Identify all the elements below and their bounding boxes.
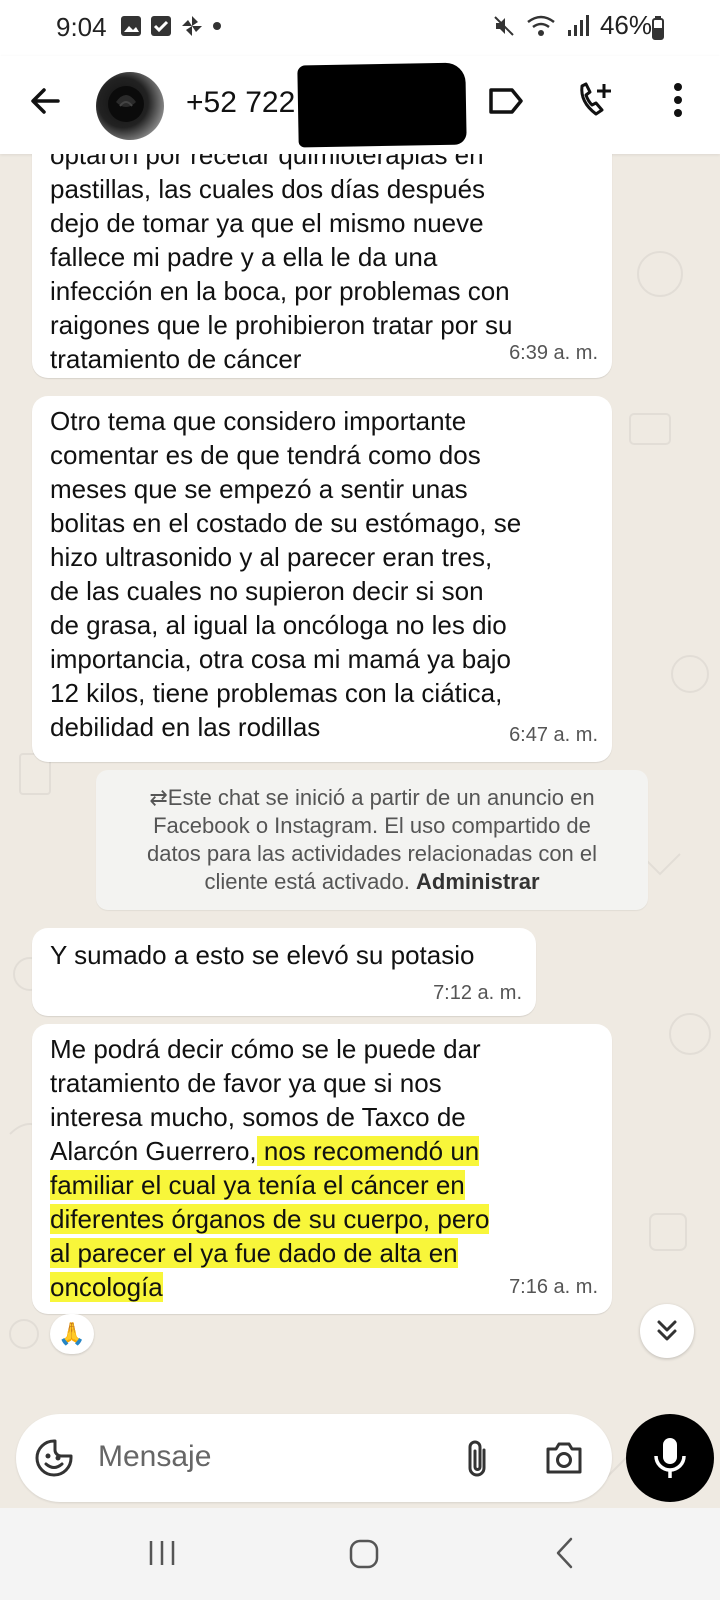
notice-text: cliente está activado. <box>204 869 417 894</box>
message-text: Alarcón Guerrero, <box>50 1136 257 1166</box>
highlighted-text: familiar el cual ya tenía el cáncer en <box>50 1170 465 1200</box>
status-right-icons: 46% <box>492 10 652 41</box>
wifi-icon <box>527 15 555 36</box>
dot-icon <box>213 22 221 30</box>
notice-line: ⇄Este chat se inició a partir de un anun… <box>149 785 595 810</box>
nav-home-icon[interactable] <box>348 1538 380 1570</box>
message-line: importancia, otra cosa mi mamá ya bajo <box>50 644 511 674</box>
message-line: bolitas en el costado de su estómago, se <box>50 508 522 538</box>
label-icon[interactable] <box>488 86 524 116</box>
message-bubble[interactable]: Me podrá decir cómo se le puede dar trat… <box>32 1024 612 1314</box>
rose-icon <box>108 86 144 122</box>
nav-back-icon[interactable] <box>554 1536 576 1570</box>
mute-icon <box>494 15 514 36</box>
voice-message-button[interactable] <box>626 1414 714 1502</box>
message-line: hizo ultrasonido y al parecer eran tres, <box>50 542 493 572</box>
signal-icon <box>567 14 589 36</box>
message-line: infección en la boca, por problemas con <box>50 276 510 306</box>
notification-icons <box>120 14 222 38</box>
reaction-badge[interactable]: 🙏 <box>50 1314 94 1354</box>
message-line: de las cuales no supieron decir si son <box>50 576 484 606</box>
message-line-mixed: Alarcón Guerrero, nos recomendó un <box>50 1134 480 1168</box>
message-line: debilidad en las rodillas <box>50 712 321 742</box>
message-time: 7:16 a. m. <box>509 1276 598 1298</box>
mic-icon <box>654 1438 686 1478</box>
notice-line-last: cliente está activado. Administrar <box>96 868 648 896</box>
highlighted-text: al parecer el ya fue dado de alta en <box>50 1238 458 1268</box>
system-notice: ⇄Este chat se inició a partir de un anun… <box>96 770 648 910</box>
message-line: optaron por recetar quimioterapias en <box>50 154 484 170</box>
message-time: 6:39 a. m. <box>509 342 598 364</box>
message-line: oncología <box>50 1270 163 1304</box>
highlighted-text: nos recomendó un <box>256 1136 480 1166</box>
notice-line: Facebook o Instagram. El uso compartido … <box>153 813 591 838</box>
message-line: dejo de tomar ya que el mismo nueve <box>50 208 484 238</box>
message-composer: Mensaje <box>16 1414 612 1502</box>
chevron-double-down-icon <box>657 1320 677 1341</box>
administrar-link[interactable]: Administrar <box>416 869 539 894</box>
message-line: pastillas, las cuales dos días después <box>50 174 486 204</box>
attach-clip-icon[interactable] <box>462 1438 492 1480</box>
image-notification-icon <box>121 16 141 36</box>
message-line: Otro tema que considero importante <box>50 406 467 436</box>
message-line: Y sumado a esto se elevó su potasio <box>50 940 475 970</box>
pinwheel-notification-icon <box>182 16 202 36</box>
message-input[interactable]: Mensaje <box>98 1440 211 1474</box>
contact-avatar[interactable] <box>96 72 164 140</box>
message-bubble[interactable]: Otro tema que considero importante comen… <box>32 396 612 762</box>
emoji-sticker-icon[interactable] <box>34 1438 74 1478</box>
battery-icon <box>652 16 664 40</box>
message-line: raigones que le prohibieron tratar por s… <box>50 310 513 340</box>
message-line: tratamiento de favor ya que si nos <box>50 1068 442 1098</box>
redaction-mark <box>297 62 467 148</box>
message-list[interactable]: optaron por recetar quimioterapias en pa… <box>0 154 720 1404</box>
nav-recent-icon[interactable] <box>148 1538 176 1568</box>
more-vert-icon[interactable] <box>672 82 684 118</box>
chat-header: +52 722 6 <box>0 56 720 154</box>
message-line: tratamiento de cáncer <box>50 344 302 374</box>
notice-line: datos para las actividades relacionadas … <box>146 841 598 866</box>
system-navigation-bar <box>0 1508 720 1600</box>
check-notification-icon <box>151 16 171 36</box>
message-line: al parecer el ya fue dado de alta en <box>50 1236 458 1270</box>
message-line: 12 kilos, tiene problemas con la ciática… <box>50 678 503 708</box>
add-call-icon[interactable] <box>576 80 616 120</box>
camera-icon[interactable] <box>544 1440 584 1476</box>
message-line: interesa mucho, somos de Taxco de <box>50 1102 466 1132</box>
message-line: de grasa, al igual la oncóloga no les di… <box>50 610 507 640</box>
message-line: comentar es de que tendrá como dos <box>50 440 481 470</box>
highlighted-text: oncología <box>50 1272 163 1302</box>
message-bubble[interactable]: Y sumado a esto se elevó su potasio 7:12… <box>32 928 536 1016</box>
scroll-to-bottom-button[interactable] <box>640 1304 694 1358</box>
status-time: 9:04 <box>56 12 107 42</box>
highlighted-text: diferentes órganos de su cuerpo, pero <box>50 1204 490 1234</box>
message-line: diferentes órganos de su cuerpo, pero <box>50 1202 490 1236</box>
message-time: 7:12 a. m. <box>433 982 522 1004</box>
message-line: fallece mi padre y a ella le da una <box>50 242 438 272</box>
message-time: 6:47 a. m. <box>509 724 598 746</box>
message-line: Me podrá decir cómo se le puede dar <box>50 1034 481 1064</box>
battery-percent: 46% <box>599 10 652 40</box>
back-arrow-icon[interactable] <box>28 84 62 118</box>
status-bar: 9:04 46% <box>0 0 720 56</box>
message-line: meses que se empezó a sentir unas <box>50 474 468 504</box>
message-bubble[interactable]: optaron por recetar quimioterapias en pa… <box>32 154 612 378</box>
message-line: familiar el cual ya tenía el cáncer en <box>50 1168 465 1202</box>
